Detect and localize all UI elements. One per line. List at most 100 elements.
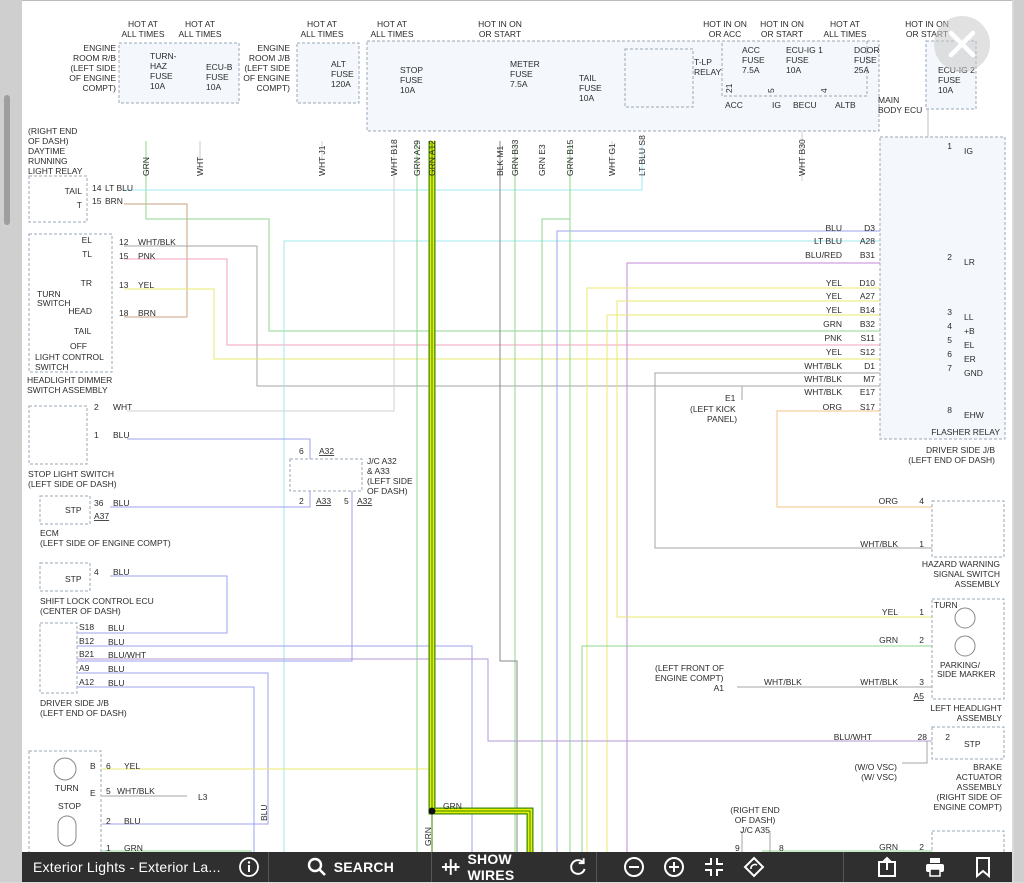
pin-number: 4 [94, 567, 99, 577]
info-icon[interactable] [238, 856, 260, 878]
engine-room-jb-label: OF ENGINE [243, 73, 290, 83]
top-wire-label: GRN B33 [510, 139, 520, 176]
wire-layer [77, 61, 957, 853]
wire-label: WHT/BLK [138, 237, 176, 247]
close-button[interactable] [934, 16, 990, 72]
wire-label: WHT/BLK [804, 387, 842, 397]
fit-button[interactable] [701, 854, 727, 880]
zoom-in-button[interactable] [661, 854, 687, 880]
ground-id: A1 [714, 683, 725, 693]
shift-lock-label: (CENTER OF DASH) [40, 606, 121, 616]
pin-number: 5 [344, 496, 349, 506]
wire-label: WHT/BLK [804, 361, 842, 371]
ecu-ig1-fuse-label: ECU-IG 1 [786, 45, 823, 55]
wire-label: WHT/BLK [860, 539, 898, 549]
jb-pin-id: S12 [860, 347, 875, 357]
pin-number: 3 [947, 307, 952, 317]
jb-pin-id: A27 [860, 291, 875, 301]
main-body-ecu-label: BODY ECU [878, 105, 922, 115]
stop-fuse-label: STOP [400, 65, 423, 75]
pin-number: 15 [92, 196, 102, 206]
variant-label: (W/ VSC) [861, 772, 897, 782]
pin-number: 21 [724, 83, 734, 93]
ecu-b-fuse-label: 10A [206, 82, 221, 92]
jb-pin-id: D3 [864, 223, 875, 233]
jb-pin-name: S18 [79, 622, 94, 632]
wire-label: WHT [113, 402, 132, 412]
left-scroll-track[interactable] [0, 0, 22, 882]
meter-fuse-label: METER [510, 59, 540, 69]
fuse-supply-label: ALL TIMES [179, 29, 222, 39]
fuse-supply-label: HOT IN ON [703, 19, 747, 29]
hazard-switch-label: HAZARD WARNING [922, 559, 1000, 569]
bookmark-button[interactable] [970, 854, 996, 880]
ecu-b-fuse-label: FUSE [206, 72, 229, 82]
driver-side-jb-right-label: (LEFT END OF DASH) [908, 455, 995, 465]
top-wire-label: WHT B30 [797, 139, 807, 176]
fit-icon [705, 858, 724, 876]
flasher-pin-name: GND [964, 368, 983, 378]
show-wires-button[interactable]: SHOW WIRES [432, 851, 598, 883]
wire-label: BLU [108, 623, 125, 633]
tlp-relay-label: T-LP [694, 57, 712, 67]
wire-label: BLU/WHT [834, 732, 872, 742]
wire-blk-m1 [499, 141, 518, 853]
ecm-pin-name: STP [65, 505, 82, 515]
acc-fuse-label: FUSE [742, 55, 765, 65]
wire-label: YEL [826, 278, 842, 288]
shift-lock-pin-name: STP [65, 574, 82, 584]
tail-fuse-label: FUSE [579, 83, 602, 93]
daytime-relay-label: LIGHT RELAY [28, 166, 83, 176]
switch-label: SWITCH [37, 298, 71, 308]
search-label: SEARCH [333, 859, 395, 875]
connector-id: A37 [94, 511, 109, 521]
pin-number: 6 [106, 761, 111, 771]
lamp-pin-name: E [90, 788, 96, 798]
ecu-ig1-fuse-label: FUSE [786, 55, 809, 65]
right-scroll-track[interactable] [1014, 0, 1024, 882]
headlight-dimmer-assembly-label: SWITCH ASSEMBLY [27, 385, 108, 395]
search-button[interactable]: SEARCH [269, 852, 432, 882]
wire-ltblu-a28 [283, 240, 902, 853]
wire-label: BLU [113, 567, 130, 577]
export-button[interactable] [874, 854, 900, 880]
fuse-supply-label: OR START [761, 29, 803, 39]
refresh-icon[interactable] [567, 856, 589, 878]
brake-actuator-label: BRAKE [973, 762, 1002, 772]
pin-number: 2 [94, 402, 99, 412]
wire-label: GRN [879, 842, 898, 852]
fuse-supply-label: OR START [479, 29, 521, 39]
pin-number: 1 [94, 430, 99, 440]
wire-label: WHT/BLK [764, 677, 802, 687]
fuse-supply-label: HOT IN ON [478, 19, 522, 29]
flasher-pin-name: EL [964, 340, 975, 350]
ground-location-label: ENGINE COMPT) [655, 673, 724, 683]
engine-room-rb-label: ENGINE [83, 43, 116, 53]
turn-haz-fuse-label: FUSE [150, 71, 173, 81]
wire-label: BLU [108, 678, 125, 688]
wire-label: BLU/WHT [108, 650, 146, 660]
top-wire-label: GRN B15 [565, 139, 575, 176]
zoom-out-button[interactable] [621, 854, 647, 880]
print-button[interactable] [922, 854, 948, 880]
pin-number: 4 [819, 88, 829, 93]
driver-side-jb-label: (LEFT END OF DASH) [40, 708, 127, 718]
switch-pin-name: TL [82, 249, 92, 259]
jc-a32-label: & A33 [367, 466, 390, 476]
engine-room-rb-label: ROOM R/B [73, 53, 116, 63]
ecm-label: (LEFT SIDE OF ENGINE COMPT) [40, 538, 171, 548]
wire-label: LT BLU [814, 236, 842, 246]
pin-number: 14 [92, 183, 102, 193]
ecm-label: ECM [40, 528, 59, 538]
left-scroll-thumb[interactable] [4, 95, 10, 225]
rotate-button[interactable] [741, 854, 767, 880]
jc-a35-label: (RIGHT END [730, 805, 779, 815]
flasher-pin-name: ER [964, 354, 976, 364]
wiring-diagram[interactable]: HOT AT ALL TIMES TURN- HAZ FUSE 10A HOT AT ALL … [22, 0, 1012, 853]
fuse-supply-label: ALL TIMES [301, 29, 344, 39]
ground-label: (LEFT KICK [690, 404, 736, 414]
wire-label: BLU [825, 223, 842, 233]
pin-number: 3 [919, 677, 924, 687]
daytime-relay-label: DAYTIME [28, 146, 65, 156]
wire-label: GRN [823, 319, 842, 329]
